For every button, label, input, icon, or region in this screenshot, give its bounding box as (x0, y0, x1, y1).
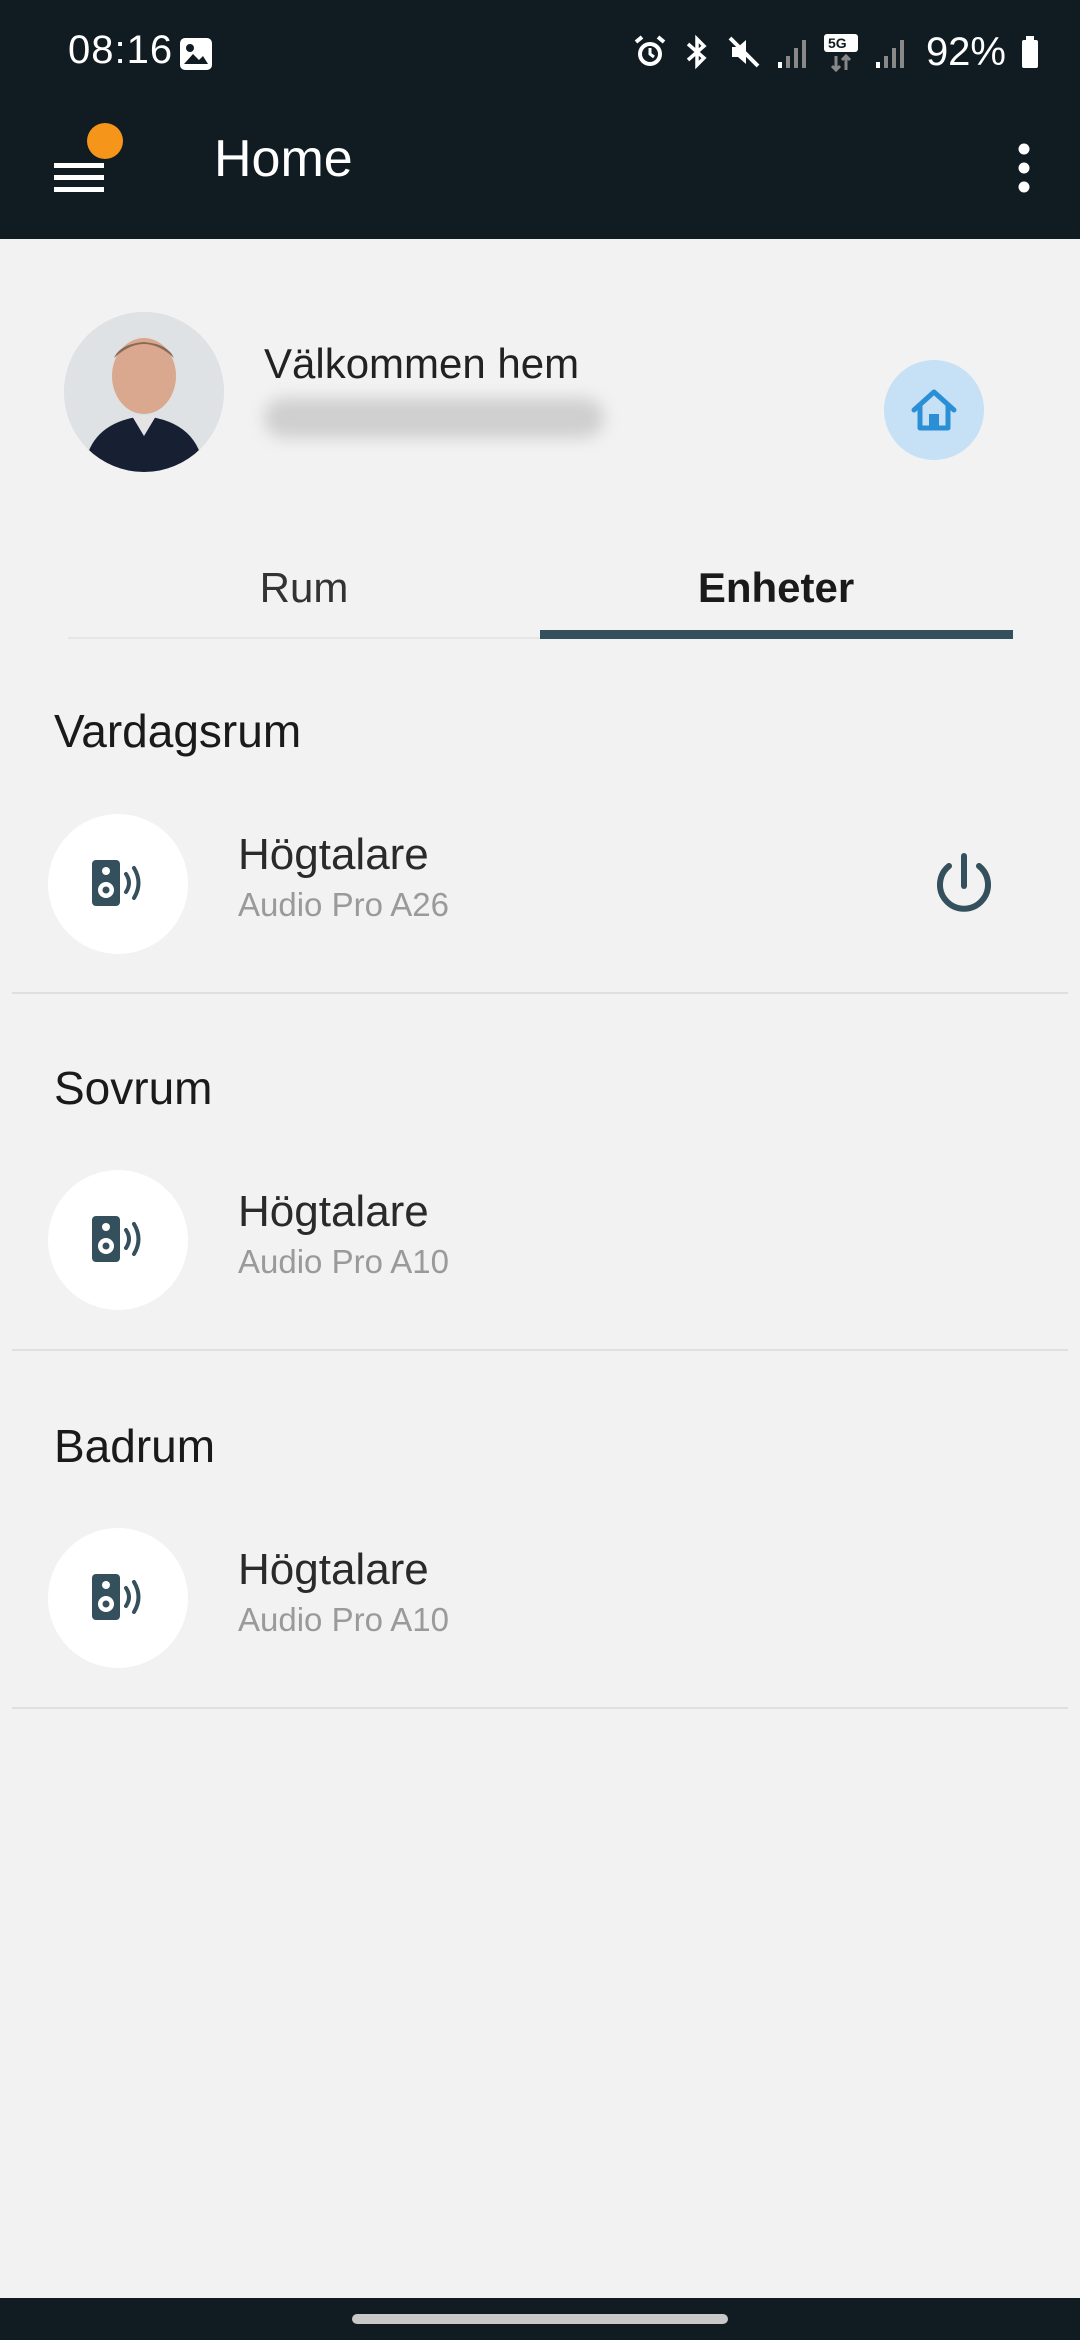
more-options-button[interactable] (1004, 133, 1044, 203)
mute-icon (726, 34, 762, 70)
room-divider (12, 1349, 1068, 1351)
device-icon-button[interactable] (48, 814, 188, 954)
gallery-icon (178, 36, 214, 72)
user-name-redacted (264, 398, 604, 438)
power-button[interactable] (920, 840, 1008, 928)
app-bar: Home (0, 105, 1080, 239)
room-section-badrum: Badrum Högtalare Audio Pro A10 (0, 1405, 1080, 1711)
status-bar: 08:16 5G 92% (0, 0, 1080, 105)
bluetooth-icon (682, 34, 712, 70)
home-icon (911, 389, 957, 431)
room-title: Vardagsrum (54, 705, 302, 757)
tab-enheter[interactable]: Enheter (540, 548, 1012, 640)
room-section-sovrum: Sovrum Högtalare Audio Pro A10 (0, 1047, 1080, 1353)
status-time: 08:16 (68, 28, 174, 72)
device-icon-button[interactable] (48, 1528, 188, 1668)
room-title: Sovrum (54, 1062, 213, 1114)
tab-rum[interactable]: Rum (68, 548, 540, 640)
power-icon (937, 853, 991, 912)
battery-icon (1020, 34, 1040, 70)
room-divider (12, 1707, 1068, 1709)
home-button[interactable] (884, 360, 984, 460)
welcome-text: Välkommen hem (264, 340, 580, 387)
network-type-label: 5G (827, 35, 847, 51)
device-icon-button[interactable] (48, 1170, 188, 1310)
device-name[interactable]: Högtalare (238, 1187, 429, 1237)
avatar[interactable] (64, 312, 224, 472)
room-section-vardagsrum: Vardagsrum Högtalare Audio Pro A26 (0, 690, 1080, 996)
device-model: Audio Pro A26 (238, 886, 449, 923)
device-model: Audio Pro A10 (238, 1243, 449, 1280)
room-title: Badrum (54, 1420, 216, 1472)
more-vert-icon (1018, 143, 1030, 193)
tab-bar: Rum Enheter (68, 548, 1013, 640)
device-name[interactable]: Högtalare (238, 830, 429, 880)
5g-icon: 5G (822, 32, 860, 72)
system-nav-bar (0, 2298, 1080, 2340)
signal-icon-2 (874, 34, 906, 70)
notification-dot (87, 123, 123, 159)
device-name[interactable]: Högtalare (238, 1545, 429, 1595)
tab-indicator (540, 630, 1013, 639)
speaker-icon (92, 1574, 141, 1620)
battery-percent: 92% (925, 29, 1006, 74)
status-icons: 5G 92% (632, 30, 1040, 74)
alarm-icon (632, 34, 668, 70)
signal-icon (776, 34, 808, 70)
page-title: Home (214, 130, 353, 188)
room-divider (12, 992, 1068, 994)
speaker-icon (92, 860, 141, 906)
home-gesture-handle[interactable] (352, 2314, 728, 2324)
speaker-icon (92, 1216, 141, 1262)
device-model: Audio Pro A10 (238, 1601, 449, 1638)
